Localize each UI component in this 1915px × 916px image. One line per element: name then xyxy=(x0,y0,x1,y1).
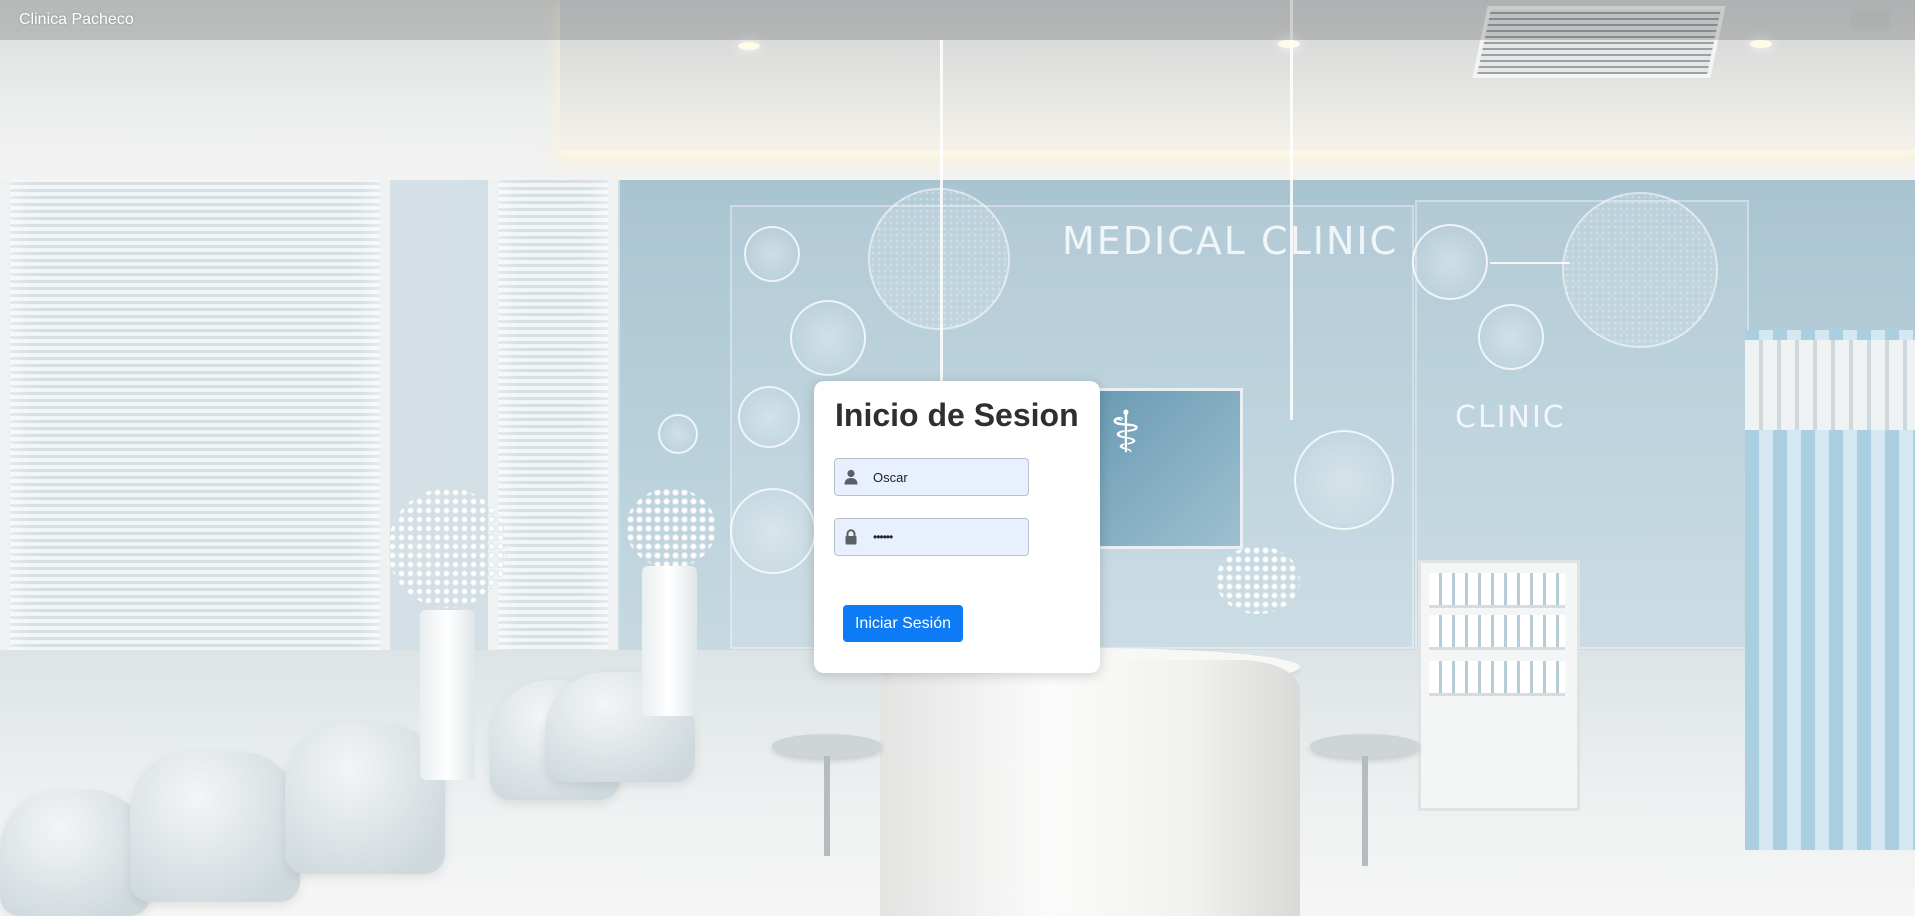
wall-sign-clinic: CLINIC xyxy=(1455,400,1566,435)
ceiling-light xyxy=(1278,40,1300,48)
stool-leg xyxy=(824,756,830,856)
display-stand xyxy=(642,566,697,716)
decorative-circle xyxy=(738,386,800,448)
window-blinds-right xyxy=(488,110,618,690)
decorative-circle xyxy=(1294,430,1394,530)
login-button[interactable]: Iniciar Sesión xyxy=(843,605,963,642)
stool xyxy=(772,734,882,758)
brand-name[interactable]: Clinica Pacheco xyxy=(19,11,134,29)
decorative-globe xyxy=(868,188,1010,330)
username-field[interactable] xyxy=(834,458,1029,496)
decorative-circle xyxy=(790,300,866,376)
stool xyxy=(1310,734,1420,758)
decorative-circle xyxy=(1478,304,1544,370)
username-input[interactable] xyxy=(873,459,1023,495)
ceiling-light xyxy=(1750,40,1772,48)
wall-sign-medical-clinic: MEDICAL CLINIC xyxy=(1062,219,1399,263)
navbar-toggle[interactable] xyxy=(1851,10,1891,30)
decorative-circle xyxy=(1412,224,1488,300)
cabinet-shelf xyxy=(1429,573,1565,608)
decorative-circle xyxy=(730,488,816,574)
login-card: Inicio de Sesion Iniciar Sesión xyxy=(814,381,1100,673)
password-input[interactable] xyxy=(873,519,1023,555)
cabinet-shelf xyxy=(1429,661,1565,696)
lock-icon xyxy=(845,529,857,545)
caduceus-icon: ⚕ xyxy=(1110,400,1142,465)
ceiling-light xyxy=(738,42,760,50)
medical-cabinet xyxy=(1418,560,1580,811)
decorative-circle xyxy=(658,414,698,454)
hanging-cable xyxy=(1290,0,1293,420)
reception-desk xyxy=(880,660,1300,916)
stool-leg xyxy=(1362,756,1368,866)
cabinet-shelf xyxy=(1429,615,1565,650)
decorative-circle xyxy=(744,226,800,282)
decorative-globe xyxy=(1562,192,1718,348)
login-title: Inicio de Sesion xyxy=(835,397,1079,433)
login-page: MEDICAL CLINIC CLINIC ⚕ Clinica Pacheco … xyxy=(0,0,1915,916)
curtain-header xyxy=(1745,340,1915,430)
connector-line xyxy=(1490,262,1570,264)
waiting-chair xyxy=(130,752,300,902)
vase xyxy=(420,610,475,780)
plant xyxy=(388,488,508,608)
plant xyxy=(626,488,716,568)
waiting-chair xyxy=(0,790,150,916)
user-icon xyxy=(844,469,858,485)
password-field[interactable] xyxy=(834,518,1029,556)
plant xyxy=(1216,546,1300,614)
top-navbar: Clinica Pacheco xyxy=(0,0,1915,40)
